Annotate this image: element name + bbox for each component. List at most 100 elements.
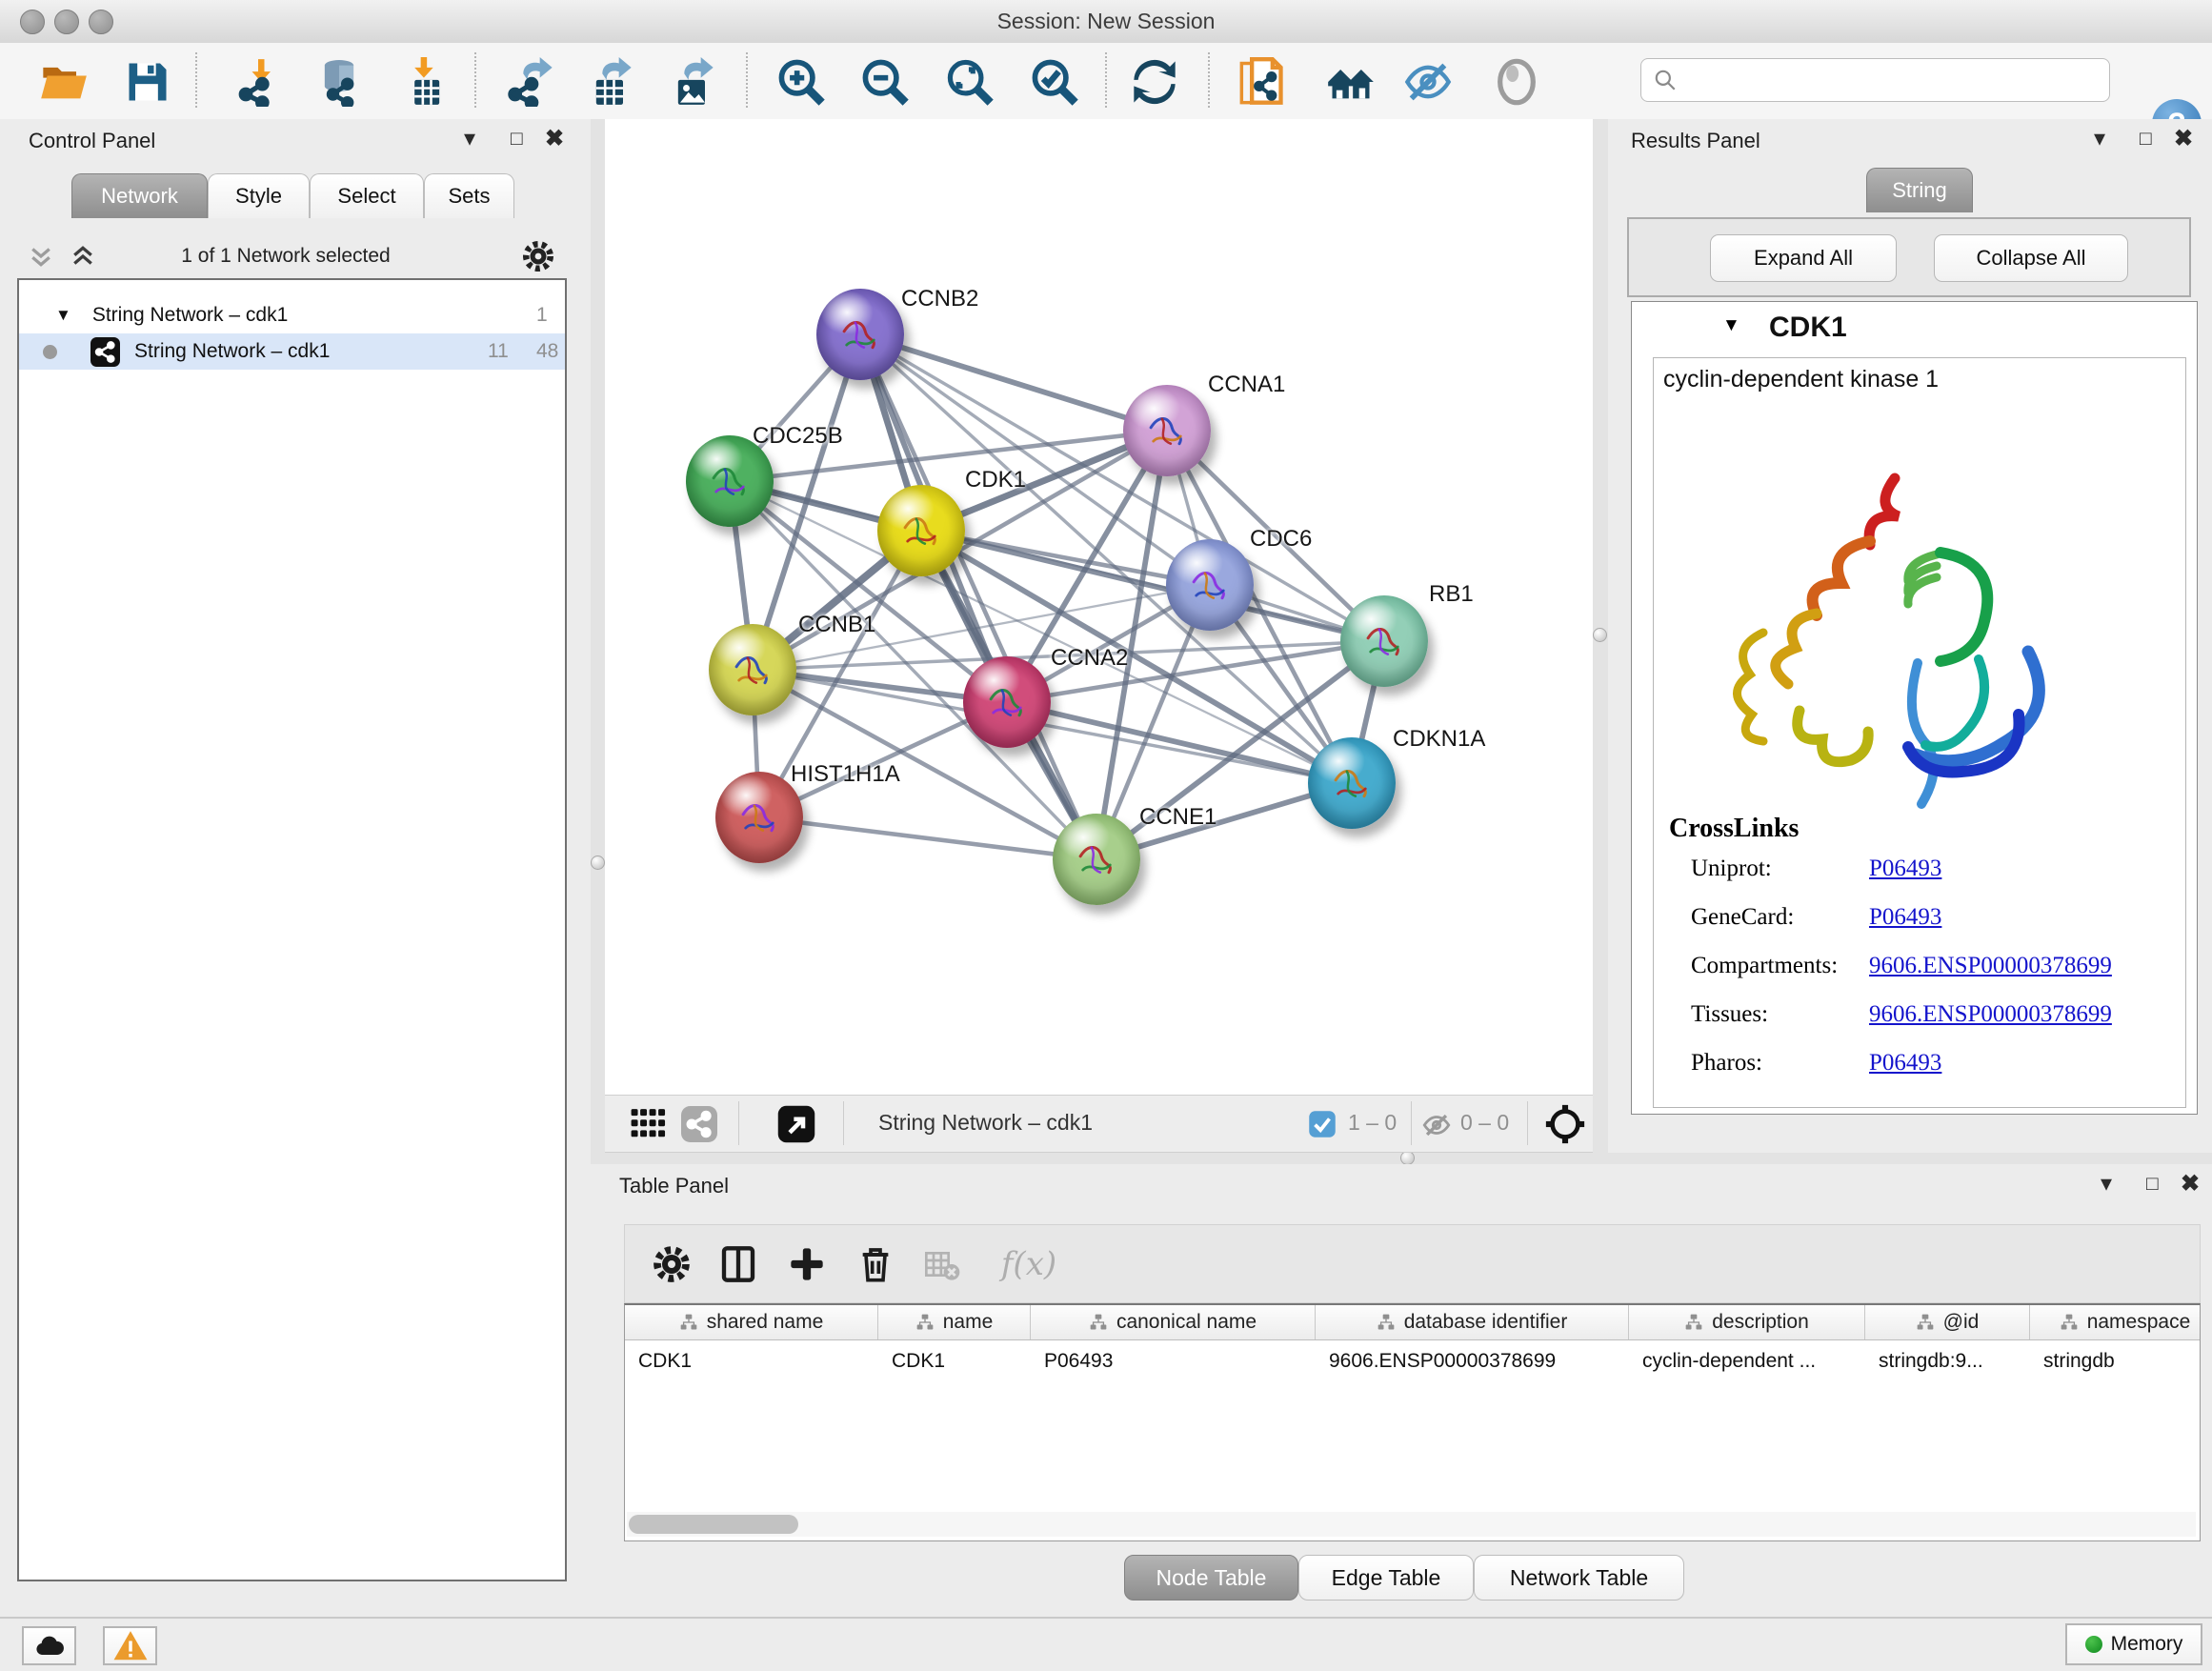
- tab-network[interactable]: Network: [71, 173, 208, 218]
- scrollbar-thumb[interactable]: [629, 1515, 798, 1534]
- table-horizontal-scrollbar[interactable]: [627, 1512, 2196, 1537]
- gene-section-header[interactable]: ▼ CDK1: [1632, 302, 2197, 355]
- network-collection-row[interactable]: ▼ String Network – cdk1 1: [19, 297, 565, 333]
- column-header-name[interactable]: name: [878, 1305, 1031, 1339]
- network-badge-icon[interactable]: [681, 1106, 717, 1142]
- cloud-icon[interactable]: [22, 1626, 76, 1665]
- zoom-in-icon[interactable]: [775, 56, 827, 108]
- table-cell[interactable]: 9606.ENSP00000378699: [1316, 1350, 1629, 1373]
- panel-menu-icon[interactable]: ▾: [464, 125, 475, 153]
- export-table-icon[interactable]: [585, 56, 636, 108]
- column-header-canonical-name[interactable]: canonical name: [1031, 1305, 1316, 1339]
- zoom-out-icon[interactable]: [859, 56, 911, 108]
- tab-style[interactable]: Style: [208, 173, 310, 218]
- panel-menu-icon[interactable]: ▾: [2094, 125, 2105, 153]
- tab-node-table[interactable]: Node Table: [1124, 1555, 1298, 1601]
- expand-all-icon[interactable]: [69, 242, 97, 271]
- open-in-window-icon[interactable]: [776, 1104, 816, 1144]
- export-network-icon[interactable]: [506, 56, 557, 108]
- birds-eye-view-icon[interactable]: [630, 1106, 666, 1142]
- search-input[interactable]: [1678, 68, 2109, 92]
- refresh-view-icon[interactable]: [1129, 56, 1180, 108]
- collapse-all-icon[interactable]: [27, 242, 55, 271]
- network-node-ccnb2[interactable]: [816, 289, 904, 380]
- column-header-database-identifier[interactable]: database identifier: [1316, 1305, 1629, 1339]
- string-home-icon[interactable]: [1325, 56, 1377, 108]
- tab-string[interactable]: String: [1866, 168, 1973, 212]
- network-node-cdkn1a[interactable]: [1308, 737, 1396, 829]
- structure-thumbnail-icon: [734, 795, 784, 844]
- protein-structure-image: [1687, 461, 2068, 823]
- panel-close-icon[interactable]: ✖: [2174, 125, 2193, 153]
- delete-column-trash-icon[interactable]: [850, 1238, 901, 1290]
- caret-down-icon[interactable]: ▼: [55, 306, 71, 325]
- network-node-ccne1[interactable]: [1053, 814, 1140, 905]
- panel-float-icon[interactable]: □: [2146, 1170, 2159, 1198]
- share-document-icon[interactable]: [1237, 56, 1288, 108]
- table-cell[interactable]: stringdb:9...: [1865, 1350, 2030, 1373]
- crosslink-link[interactable]: 9606.ENSP00000378699: [1869, 953, 2112, 979]
- export-image-icon[interactable]: [667, 56, 718, 108]
- crosslink-link[interactable]: P06493: [1869, 904, 1941, 931]
- hidden-count: 0 – 0: [1460, 1110, 1509, 1136]
- splitter-grip[interactable]: [1400, 1151, 1415, 1165]
- panel-float-icon[interactable]: □: [2140, 125, 2152, 153]
- tab-edge-table[interactable]: Edge Table: [1298, 1555, 1474, 1601]
- collapse-all-button[interactable]: Collapse All: [1934, 234, 2128, 282]
- import-network-from-file-icon[interactable]: [232, 56, 284, 108]
- panel-close-icon[interactable]: ✖: [2181, 1170, 2200, 1198]
- import-table-from-file-icon[interactable]: [399, 56, 451, 108]
- memory-button[interactable]: Memory: [2065, 1623, 2202, 1665]
- column-header-shared-name[interactable]: shared name: [625, 1305, 878, 1339]
- splitter-grip[interactable]: [591, 856, 605, 870]
- caret-down-icon[interactable]: ▼: [1722, 315, 1740, 336]
- gear-icon[interactable]: [522, 240, 554, 272]
- hide-graphics-details-icon[interactable]: [1402, 56, 1454, 108]
- create-column-icon[interactable]: [781, 1238, 833, 1290]
- table-cell[interactable]: CDK1: [878, 1350, 1031, 1373]
- import-network-from-database-icon[interactable]: [313, 56, 365, 108]
- tab-network-table[interactable]: Network Table: [1474, 1555, 1684, 1601]
- network-node-ccna2[interactable]: [963, 656, 1051, 748]
- panel-close-icon[interactable]: ✖: [545, 125, 564, 153]
- network-node-ccnb1[interactable]: [709, 624, 796, 715]
- network-node-cdc6[interactable]: [1166, 539, 1254, 631]
- bottom-splitter[interactable]: [605, 1151, 2212, 1164]
- crosslink-link[interactable]: P06493: [1869, 1050, 1941, 1077]
- right-splitter[interactable]: [1593, 119, 1608, 1164]
- column-header--id[interactable]: @id: [1865, 1305, 2030, 1339]
- open-file-icon[interactable]: [38, 56, 90, 108]
- network-canvas[interactable]: CCNB2CCNA1CDC25BCDK1CDC6RB1CCNB1CCNA2CDK…: [605, 119, 1593, 1095]
- panel-menu-icon[interactable]: ▾: [2101, 1170, 2112, 1198]
- left-splitter[interactable]: [591, 119, 605, 1164]
- splitter-grip[interactable]: [1593, 628, 1607, 642]
- toolbar-separator: [195, 52, 197, 108]
- warning-icon[interactable]: [103, 1626, 157, 1665]
- show-columns-icon[interactable]: [713, 1238, 764, 1290]
- node-table[interactable]: shared namenamecanonical namedatabase id…: [624, 1303, 2201, 1541]
- zoom-selected-icon[interactable]: [1029, 56, 1080, 108]
- table-cell[interactable]: stringdb: [2030, 1350, 2201, 1373]
- expand-all-button[interactable]: Expand All: [1710, 234, 1897, 282]
- fit-selected-crosshair-icon[interactable]: [1543, 1102, 1587, 1146]
- network-node-rb1[interactable]: [1340, 595, 1428, 687]
- network-node-cdk1[interactable]: [877, 485, 965, 576]
- save-session-icon[interactable]: [122, 56, 173, 108]
- tab-select[interactable]: Select: [310, 173, 424, 218]
- column-header-description[interactable]: description: [1629, 1305, 1865, 1339]
- zoom-fit-content-icon[interactable]: [944, 56, 995, 108]
- show-graphics-details-icon[interactable]: [1491, 56, 1542, 108]
- column-header-namespace[interactable]: namespace: [2030, 1305, 2201, 1339]
- tab-sets[interactable]: Sets: [424, 173, 514, 218]
- table-cell[interactable]: cyclin-dependent ...: [1629, 1350, 1865, 1373]
- network-row[interactable]: String Network – cdk1 11 48: [19, 333, 565, 370]
- selected-checkbox-icon[interactable]: [1308, 1110, 1337, 1138]
- table-row[interactable]: CDK1CDK1P064939606.ENSP00000378699cyclin…: [625, 1340, 2200, 1382]
- crosslink-link[interactable]: P06493: [1869, 856, 1941, 882]
- network-node-ccna1[interactable]: [1123, 385, 1211, 476]
- panel-float-icon[interactable]: □: [511, 125, 523, 153]
- crosslink-link[interactable]: 9606.ENSP00000378699: [1869, 1001, 2112, 1028]
- table-settings-gear-icon[interactable]: [646, 1238, 697, 1290]
- table-cell[interactable]: P06493: [1031, 1350, 1316, 1373]
- table-cell[interactable]: CDK1: [625, 1350, 878, 1373]
